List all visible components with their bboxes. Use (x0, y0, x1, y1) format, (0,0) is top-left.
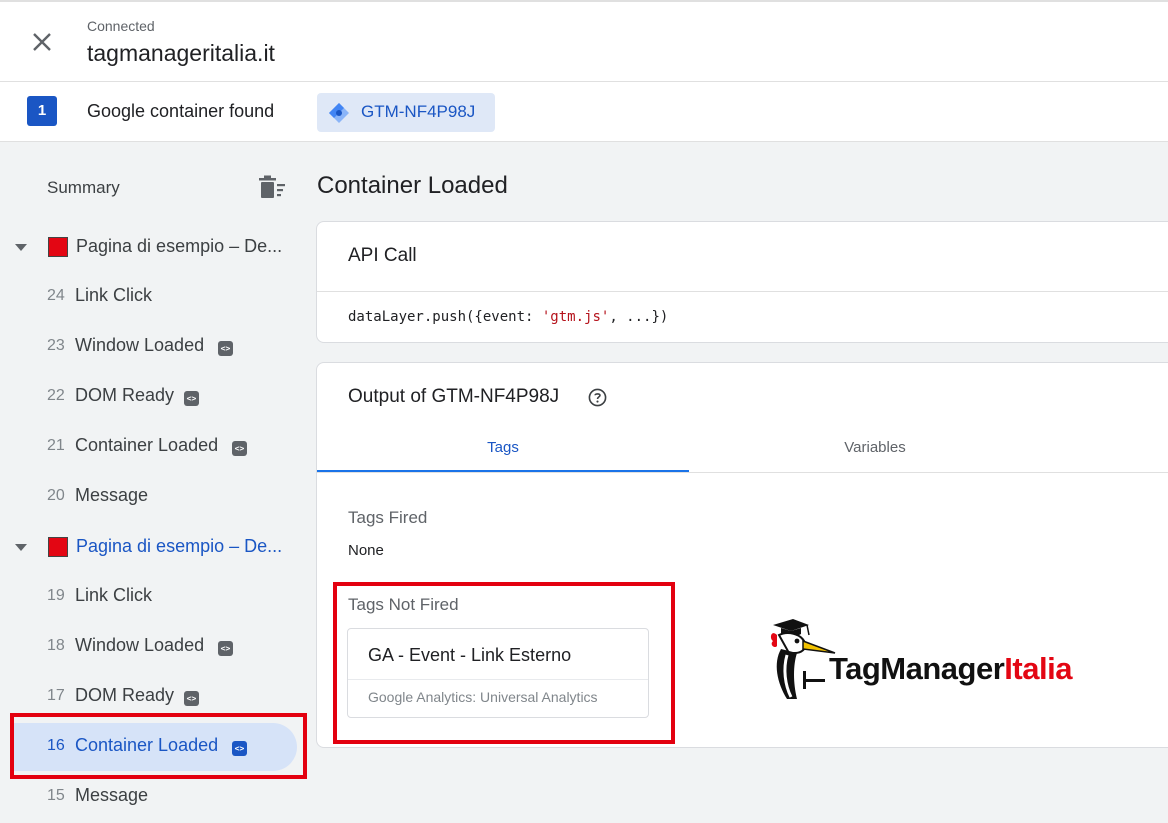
clear-messages-icon[interactable] (257, 174, 287, 202)
page-group-1[interactable]: Pagina di esempio – De... (0, 224, 308, 272)
caret-down-icon[interactable] (14, 542, 28, 552)
event-item-19[interactable]: 19 Link Click (0, 572, 308, 620)
code-icon: <> (232, 441, 247, 456)
event-number: 23 (47, 337, 65, 354)
container-chip[interactable]: GTM-NF4P98J (317, 93, 495, 132)
summary-item[interactable]: Summary (0, 164, 308, 212)
output-card: Output of GTM-NF4P98J Tags Variables Tag… (316, 362, 1168, 748)
woodpecker-mascot-icon (770, 619, 836, 699)
event-number: 17 (47, 687, 65, 704)
event-sidebar: Summary Pagina di esempio – De... 24 Lin… (0, 142, 308, 823)
event-name: Window Loaded (75, 335, 205, 355)
code-icon: <> (218, 641, 233, 656)
annotation-outline-selected-event (10, 713, 307, 779)
tag-card-divider (348, 679, 648, 680)
tags-fired-value: None (348, 542, 384, 559)
page-favicon (48, 237, 68, 257)
code-prefix: dataLayer.push({event: (348, 309, 542, 325)
event-number: 22 (47, 387, 65, 404)
api-call-title: API Call (348, 245, 417, 266)
gtm-diamond-icon (329, 103, 349, 123)
tag-card[interactable]: GA - Event - Link Esterno Google Analyti… (347, 628, 649, 718)
caret-down-icon[interactable] (14, 242, 28, 252)
event-item-15[interactable]: 15 Message (0, 772, 308, 820)
event-number: 15 (47, 787, 65, 804)
logo-text: TagManagerItalia (829, 651, 1072, 686)
event-title: Container Loaded (317, 172, 508, 199)
top-bar: Connected tagmanageritalia.it (0, 0, 1168, 82)
event-item-22[interactable]: 22 DOM Ready <> (0, 372, 308, 420)
code-icon: <> (184, 391, 199, 406)
tags-fired-label: Tags Fired (348, 508, 428, 527)
event-item-20[interactable]: 20 Message (0, 472, 308, 520)
page-favicon (48, 537, 68, 557)
event-number: 21 (47, 437, 65, 454)
event-name: Message (75, 785, 149, 805)
event-name: Message (75, 485, 149, 505)
code-icon: <> (218, 341, 233, 356)
connection-status: Connected (87, 18, 155, 34)
event-item-21[interactable]: 21 Container Loaded <> (0, 422, 308, 470)
tab-variables[interactable]: Variables (689, 425, 1061, 472)
event-name: DOM Ready (75, 685, 175, 705)
page-group-2[interactable]: Pagina di esempio – De... (0, 524, 308, 572)
page-title: Pagina di esempio – De... (76, 236, 283, 256)
tagmanageritalia-logo: TagManagerItalia (767, 613, 1097, 703)
event-name: Window Loaded (75, 635, 205, 655)
tags-not-fired-label: Tags Not Fired (348, 595, 459, 614)
tab-tags[interactable]: Tags (317, 425, 689, 472)
help-icon[interactable] (588, 388, 607, 407)
connected-host: tagmanageritalia.it (87, 40, 275, 66)
event-number: 18 (47, 637, 65, 654)
code-string: 'gtm.js' (541, 309, 610, 325)
event-name: Link Click (75, 585, 153, 605)
container-found-label: Google container found (87, 101, 275, 121)
event-item-18[interactable]: 18 Window Loaded <> (0, 622, 308, 670)
event-item-24[interactable]: 24 Link Click (0, 272, 308, 320)
api-call-card: API Call dataLayer.push({event: 'gtm.js'… (316, 221, 1168, 343)
container-count-badge: 1 (27, 96, 57, 126)
event-name: DOM Ready (75, 385, 175, 405)
output-title: Output of GTM-NF4P98J (348, 386, 560, 407)
close-icon[interactable] (28, 28, 56, 56)
api-call-header: API Call (317, 222, 1168, 292)
page-title: Pagina di esempio – De... (76, 536, 283, 556)
container-bar: 1 Google container found GTM-NF4P98J (0, 82, 1168, 142)
event-number: 19 (47, 587, 65, 604)
event-name: Link Click (75, 285, 153, 305)
event-number: 24 (47, 287, 65, 304)
event-name: Container Loaded (75, 435, 219, 455)
event-number: 20 (47, 487, 65, 504)
tabs-divider (317, 472, 1168, 473)
tag-name: GA - Event - Link Esterno (368, 645, 572, 665)
tag-type: Google Analytics: Universal Analytics (368, 689, 598, 705)
api-call-code: dataLayer.push({event: 'gtm.js', ...}) (348, 309, 668, 325)
container-id: GTM-NF4P98J (361, 102, 476, 121)
summary-label: Summary (47, 178, 120, 197)
code-icon: <> (184, 691, 199, 706)
code-suffix: , ...}) (609, 309, 669, 325)
event-item-23[interactable]: 23 Window Loaded <> (0, 322, 308, 370)
